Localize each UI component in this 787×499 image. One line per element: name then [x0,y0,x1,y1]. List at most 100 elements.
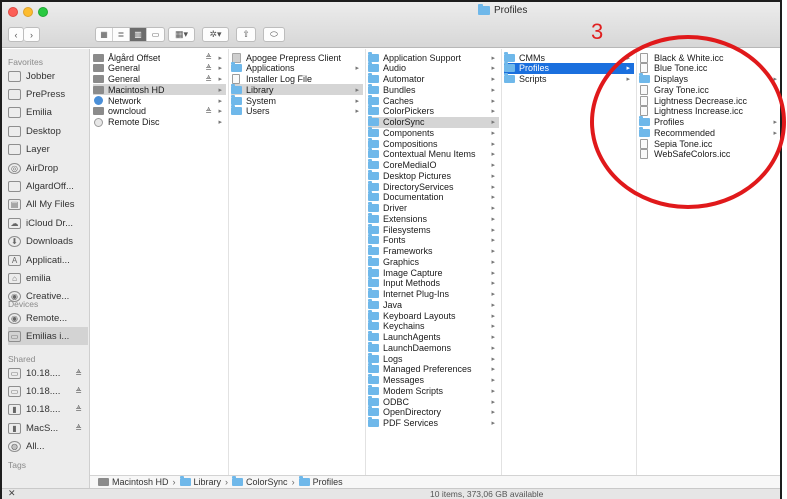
sidebar-item[interactable]: Layer [8,141,88,159]
sidebar-item[interactable]: ◉ Remote... [8,309,88,327]
list-item[interactable]: Keyboard Layouts ▸ [368,309,499,321]
path-segment[interactable]: ColorSync [232,476,288,487]
list-item[interactable]: CoreMediaIO ▸ [368,159,499,171]
list-item[interactable]: Managed Preferences ▸ [368,363,499,375]
sidebar-item[interactable]: ▭ 10.18.... ≜ [8,382,88,400]
sidebar-item[interactable]: Desktop [8,122,88,140]
list-item[interactable]: Keychains ▸ [368,320,499,332]
list-item[interactable]: Modem Scripts ▸ [368,384,499,396]
list-item[interactable]: Macintosh HD ▸ [93,84,226,96]
close-window-button[interactable] [8,7,18,17]
sidebar-item[interactable]: A Applicati... [8,251,88,269]
list-item[interactable]: Remote Disc ▸ [93,117,226,128]
list-item[interactable]: Driver ▸ [368,202,499,214]
list-item[interactable]: owncloud ≜ ▸ [93,106,226,117]
list-item[interactable]: ColorSync ▸ [368,116,499,128]
sidebar-item[interactable]: ☁ iCloud Dr... [8,214,88,232]
list-item[interactable]: Caches ▸ [368,94,499,106]
list-item[interactable]: Blue Tone.icc [639,63,780,74]
list-item[interactable]: Installer Log File [231,74,363,85]
list-item[interactable]: LaunchAgents ▸ [368,331,499,343]
list-item[interactable]: Messages ▸ [368,374,499,386]
list-item[interactable]: System ▸ [231,94,363,106]
sidebar-item[interactable]: ⌂ emilia [8,269,88,287]
list-item[interactable]: Profiles ▸ [639,116,780,128]
list-item[interactable]: ColorPickers ▸ [368,105,499,117]
list-item[interactable]: Sepia Tone.icc [639,138,780,149]
list-item[interactable]: Contextual Menu Items ▸ [368,148,499,160]
list-item[interactable]: CMMs ▸ [504,51,634,63]
list-item[interactable]: Lightness Decrease.icc [639,95,780,106]
column-view-icon[interactable]: ▥ [130,28,147,41]
eject-icon[interactable]: ≜ [205,107,212,116]
list-item[interactable]: Frameworks ▸ [368,245,499,257]
list-item[interactable]: Displays ▸ [639,73,780,85]
list-item[interactable]: Logs ▸ [368,352,499,364]
sidebar-item[interactable]: ◎ AirDrop [8,159,88,177]
list-item[interactable]: Gray Tone.icc [639,84,780,95]
sidebar-item[interactable]: ▤ All My Files [8,196,88,214]
list-item[interactable]: Java ▸ [368,298,499,310]
minimize-window-button[interactable] [23,7,33,17]
sidebar-item[interactable]: ▮ 10.18.... ≜ [8,401,88,419]
eject-icon[interactable]: ≜ [75,424,82,433]
sidebar-item[interactable]: ◍ All... [8,438,88,456]
back-button[interactable]: ‹ [8,27,24,42]
list-item[interactable]: DirectoryServices ▸ [368,180,499,192]
close-icon[interactable]: ✕ [8,488,16,499]
arrange-button[interactable]: ▦▾ [168,27,195,42]
list-item[interactable]: General ≜ ▸ [93,74,226,85]
list-item[interactable]: WebSafeColors.icc [639,149,780,160]
action-button[interactable]: ✲▾ [202,27,229,42]
list-item[interactable]: LaunchDaemons ▸ [368,341,499,353]
cover-flow-view-icon[interactable]: ▭ [147,28,164,41]
list-item[interactable]: Users ▸ [231,105,363,117]
list-item[interactable]: Recommended ▸ [639,126,780,138]
sidebar-item[interactable]: Emilia [8,104,88,122]
sidebar-item[interactable]: PrePress [8,85,88,103]
eject-icon[interactable]: ≜ [75,369,82,378]
list-item[interactable]: Input Methods ▸ [368,277,499,289]
list-item[interactable]: Filesystems ▸ [368,223,499,235]
list-item[interactable]: Application Support ▸ [368,51,499,63]
list-item[interactable]: Internet Plug-Ins ▸ [368,288,499,300]
list-item[interactable]: Graphics ▸ [368,255,499,267]
list-item[interactable]: Profiles ▸ [504,62,634,74]
list-item[interactable]: Library ▸ [231,83,363,96]
sidebar-item[interactable]: AlgardOff... [8,177,88,195]
list-item[interactable]: Applications ▸ [231,62,363,74]
zoom-window-button[interactable] [38,7,48,17]
list-item[interactable]: Automator ▸ [368,73,499,85]
sidebar-item[interactable]: ▮ MacS... ≜ [8,419,88,437]
list-item[interactable]: Network ▸ [93,95,226,106]
path-segment[interactable]: Macintosh HD [98,477,169,487]
list-item[interactable]: Audio ▸ [368,62,499,74]
share-button[interactable]: ⇧ [236,27,256,42]
list-item[interactable]: Apogee Prepress Client [231,52,363,63]
list-item[interactable]: Fonts ▸ [368,234,499,246]
list-item[interactable]: Lightness Increase.icc [639,106,780,117]
list-item[interactable]: Bundles ▸ [368,83,499,95]
list-item[interactable]: OpenDirectory ▸ [368,406,499,418]
eject-icon[interactable]: ≜ [75,405,82,414]
path-segment[interactable]: Library [179,476,221,487]
eject-icon[interactable]: ≜ [75,387,82,396]
sidebar-item[interactable]: ▭ 10.18.... ≜ [8,364,88,382]
list-item[interactable]: PDF Services ▸ [368,417,499,429]
list-item[interactable]: ODBC ▸ [368,395,499,407]
list-item[interactable]: Extensions ▸ [368,212,499,224]
list-view-icon[interactable]: ≣ [113,28,130,41]
list-item[interactable]: Compositions ▸ [368,137,499,149]
list-item[interactable]: Image Capture ▸ [368,266,499,278]
list-item[interactable]: Scripts ▸ [504,73,634,85]
eject-icon[interactable]: ≜ [205,53,212,62]
eject-icon[interactable]: ≜ [205,75,212,84]
sidebar-item[interactable]: ▭ Emilias i... [8,327,88,346]
sidebar-item[interactable]: ⬇ Downloads [8,233,88,251]
list-item[interactable]: Ålgård Offset ≜ ▸ [93,52,226,63]
eject-icon[interactable]: ≜ [205,64,212,73]
path-segment[interactable]: Profiles [298,476,343,487]
list-item[interactable]: Documentation ▸ [368,191,499,203]
tags-button[interactable]: ⬭ [263,27,285,42]
icon-view-icon[interactable]: ▦ [96,28,113,41]
